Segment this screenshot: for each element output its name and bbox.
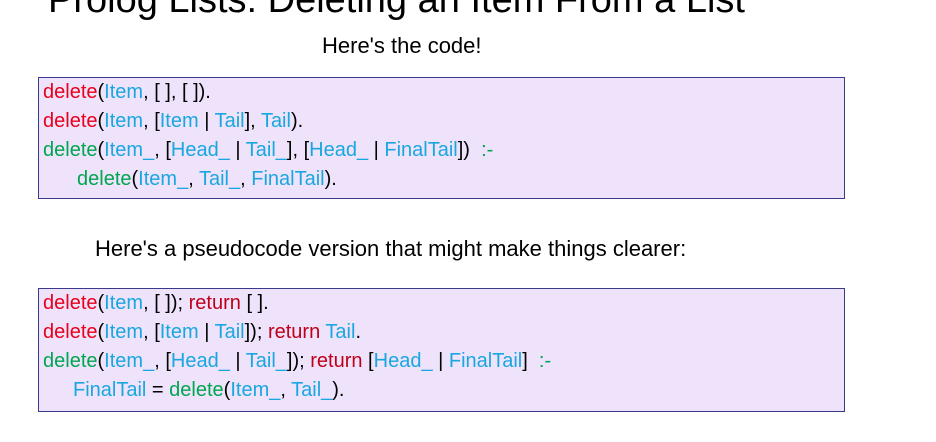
code-token: Tail — [325, 321, 356, 343]
prolog-code-box: delete(Item, [ ], [ ]). delete(Item, [It… — [38, 77, 845, 199]
pseudo-line-1: delete(Item, [ ]); return [ ]. — [43, 289, 844, 318]
code-line-2: delete(Item, [Item | Tail], Tail). — [43, 107, 844, 136]
code-token: ], [ — [286, 139, 310, 161]
code-token: Item — [104, 292, 144, 314]
code-token: Item — [104, 81, 144, 103]
pseudo-line-2: delete(Item, [Item | Tail]); return Tail… — [43, 318, 844, 347]
code-token: Item — [159, 110, 199, 132]
code-token: FinalTail — [73, 379, 147, 401]
code-token: Item_ — [138, 168, 189, 190]
code-token: ]); — [244, 321, 268, 343]
code-token: delete — [43, 350, 98, 372]
code-token: FinalTail — [448, 350, 523, 372]
code-token: | — [229, 139, 246, 161]
code-caption: Here's the code! — [322, 33, 482, 58]
code-token: Item — [104, 110, 144, 132]
code-line-1: delete(Item, [ ], [ ]). — [43, 78, 844, 107]
code-line-3: delete(Item_, [Head_ | Tail_], [Head_ | … — [43, 136, 844, 165]
code-token: Head_ — [309, 139, 369, 161]
code-token: , — [188, 168, 199, 190]
code-token: :- — [481, 139, 494, 161]
code-token: Head_ — [170, 350, 230, 372]
code-token: Tail_ — [291, 379, 333, 401]
code-token: , — [240, 168, 252, 190]
code-token: | — [198, 110, 215, 132]
code-token: return — [188, 292, 241, 314]
code-token: , [ ]); — [143, 292, 189, 314]
code-token: ]) — [457, 139, 482, 161]
code-token: [ ]. — [240, 292, 269, 314]
code-token: delete — [43, 139, 98, 161]
code-token: delete — [43, 81, 98, 103]
code-token: , [ — [154, 139, 171, 161]
code-token: Tail_ — [245, 350, 287, 372]
code-token: . — [355, 321, 361, 343]
code-token: , [ — [154, 350, 171, 372]
code-token: FinalTail — [384, 139, 458, 161]
code-token: Tail — [214, 110, 245, 132]
code-token: delete — [43, 110, 98, 132]
slide-title: Prolog Lists: Deleting an Item From a Li… — [48, 0, 745, 21]
code-token: delete — [77, 168, 132, 190]
pseudo-line-3: delete(Item_, [Head_ | Tail_]); return [… — [43, 347, 844, 376]
code-token: :- — [538, 350, 552, 372]
code-token: , [ ], [ ]). — [143, 81, 211, 103]
code-token: Item_ — [104, 139, 155, 161]
code-token: Head_ — [170, 139, 230, 161]
code-token: Tail — [260, 110, 291, 132]
code-token: , — [280, 379, 292, 401]
code-token: | — [368, 139, 385, 161]
code-token: Head_ — [373, 350, 433, 372]
code-token: Tail_ — [198, 168, 241, 190]
code-token: | — [198, 321, 215, 343]
code-token: ], — [244, 110, 261, 132]
code-token: return — [267, 321, 321, 343]
code-token: ). — [290, 110, 304, 132]
pseudocode-box: delete(Item, [ ]); return [ ]. delete(It… — [38, 288, 845, 412]
code-line-4: delete(Item_, Tail_, FinalTail). — [43, 165, 844, 194]
code-token: Item — [159, 321, 199, 343]
pseudocode-caption: Here's a pseudocode version that might m… — [95, 236, 687, 261]
code-token: , [ — [143, 321, 160, 343]
code-token: delete — [169, 379, 224, 401]
code-token: [ — [362, 350, 374, 372]
code-token: FinalTail — [251, 168, 325, 190]
code-token: return — [310, 350, 363, 372]
code-token: ). — [324, 168, 337, 190]
code-token: Tail — [214, 321, 245, 343]
code-token: Item — [104, 321, 144, 343]
code-token: Item_ — [230, 379, 281, 401]
code-token: delete — [43, 292, 98, 314]
code-token: | — [229, 350, 246, 372]
code-token: delete — [43, 321, 98, 343]
code-token: Tail_ — [245, 139, 287, 161]
code-token: | — [432, 350, 449, 372]
code-token: , [ — [143, 110, 160, 132]
code-token: Item_ — [104, 350, 155, 372]
pseudo-line-4: FinalTail = delete(Item_, Tail_). — [43, 376, 844, 405]
code-token: ] — [522, 350, 539, 372]
code-token: ]); — [286, 350, 311, 372]
code-token: = — [146, 379, 170, 401]
code-token: ). — [332, 379, 345, 401]
